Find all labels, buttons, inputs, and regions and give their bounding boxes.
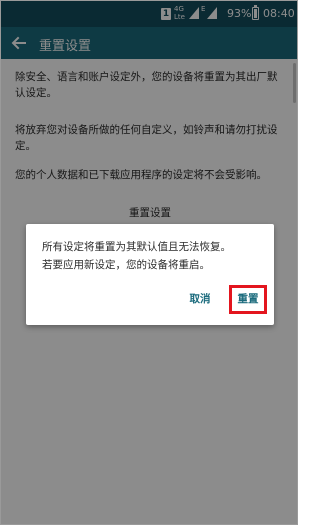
phone-screen: 1 4G Lte E 93% 08:40 重置设置 除安全、语言和账户设定外，您… — [0, 0, 298, 525]
dialog-message: 所有设定将重置为其默认值且无法恢复。 若要应用新设定，您的设备将重启。 — [42, 238, 264, 274]
cancel-button[interactable]: 取消 — [183, 288, 217, 310]
dialog-message-line-2: 若要应用新设定，您的设备将重启。 — [42, 259, 210, 271]
highlight-box — [229, 285, 267, 314]
reset-confirm-dialog: 所有设定将重置为其默认值且无法恢复。 若要应用新设定，您的设备将重启。 取消 重… — [26, 224, 274, 325]
dialog-message-line-1: 所有设定将重置为其默认值且无法恢复。 — [42, 241, 231, 253]
